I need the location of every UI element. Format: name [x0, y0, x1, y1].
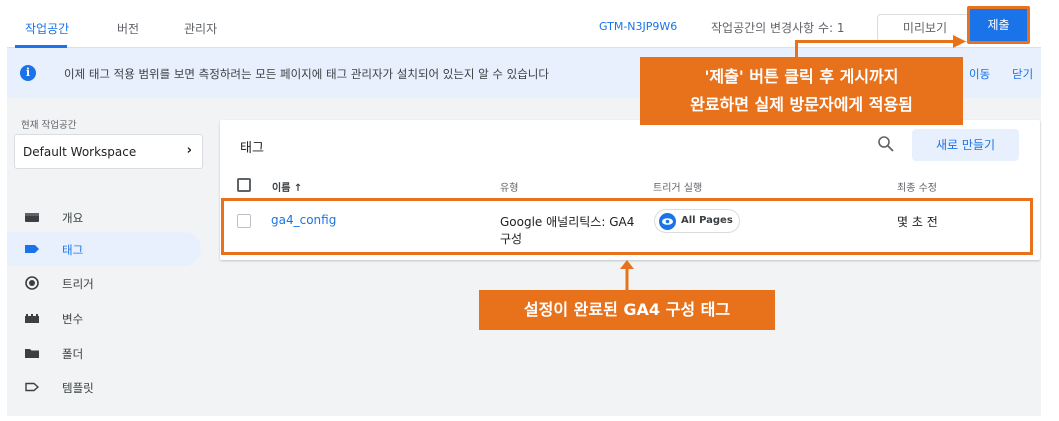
sidebar-item-folders[interactable]: 폴더 [7, 336, 211, 370]
folder-icon [25, 349, 39, 358]
submit-button[interactable]: 제출 [967, 6, 1030, 44]
tag-icon [25, 245, 39, 253]
tab-admin[interactable]: 관리자 [184, 20, 217, 37]
search-icon[interactable] [877, 135, 895, 153]
sidebar-item-label: 변수 [62, 312, 84, 326]
column-header-type[interactable]: 유형 [500, 179, 518, 194]
column-header-name[interactable]: 이름 ↑ [272, 179, 302, 194]
sidebar-item-templates[interactable]: 템플릿 [7, 370, 211, 404]
select-all-checkbox[interactable] [237, 178, 251, 192]
banner-message: 이제 태그 적용 범위를 보면 측정하려는 모든 페이지에 태그 관리자가 설치… [64, 67, 549, 81]
sidebar-item-label: 개요 [62, 211, 84, 225]
current-workspace-label: 현재 작업공간 [21, 120, 77, 131]
annotation-line: '제출' 버튼 클릭 후 게시까지 [704, 67, 899, 86]
new-tag-button[interactable]: 새로 만들기 [912, 129, 1019, 161]
sidebar: 현재 작업공간 Default Workspace › 개요 태그 트리거 변수… [7, 98, 211, 416]
overview-icon [25, 213, 39, 222]
sidebar-item-triggers[interactable]: 트리거 [7, 266, 211, 300]
info-icon: i [20, 65, 36, 81]
template-icon [25, 382, 39, 392]
sidebar-item-tags[interactable]: 태그 [7, 232, 201, 266]
row-highlight-box [221, 198, 1033, 255]
variables-icon [25, 314, 39, 323]
tab-versions[interactable]: 버전 [117, 20, 139, 37]
sidebar-item-label: 폴더 [62, 347, 84, 361]
sidebar-item-overview[interactable]: 개요 [7, 200, 211, 234]
sidebar-item-label: 태그 [62, 243, 84, 257]
annotation-arrowhead [953, 35, 966, 48]
workspace-selector[interactable]: Default Workspace › [14, 134, 203, 169]
banner-move-link[interactable]: 이동 [969, 66, 990, 82]
sidebar-item-variables[interactable]: 변수 [7, 301, 211, 335]
container-id[interactable]: GTM-N3JP9W6 [599, 20, 677, 33]
column-header-last-edited[interactable]: 최종 수정 [897, 179, 937, 194]
column-header-triggers[interactable]: 트리거 실행 [653, 179, 702, 194]
banner-close-link[interactable]: 닫기 [1012, 66, 1033, 82]
annotation-connector [795, 42, 798, 57]
card-title: 태그 [240, 141, 264, 156]
tab-workspace[interactable]: 작업공간 [25, 20, 69, 37]
tag-annotation: 설정이 완료된 GA4 구성 태그 [479, 290, 775, 330]
chevron-right-icon: › [186, 143, 192, 158]
annotation-connector [795, 40, 955, 43]
submit-annotation: '제출' 버튼 클릭 후 게시까지 완료하면 실제 방문자에게 적용됨 [640, 57, 963, 125]
annotation-line: 완료하면 실제 방문자에게 적용됨 [690, 95, 913, 114]
sidebar-item-label: 트리거 [62, 277, 94, 291]
trigger-icon [25, 276, 39, 290]
annotation-arrow-up [620, 260, 634, 290]
workspace-changes-count: 작업공간의 변경사항 수: 1 [711, 21, 845, 35]
sidebar-item-label: 템플릿 [62, 381, 94, 395]
workspace-name: Default Workspace [23, 145, 137, 159]
